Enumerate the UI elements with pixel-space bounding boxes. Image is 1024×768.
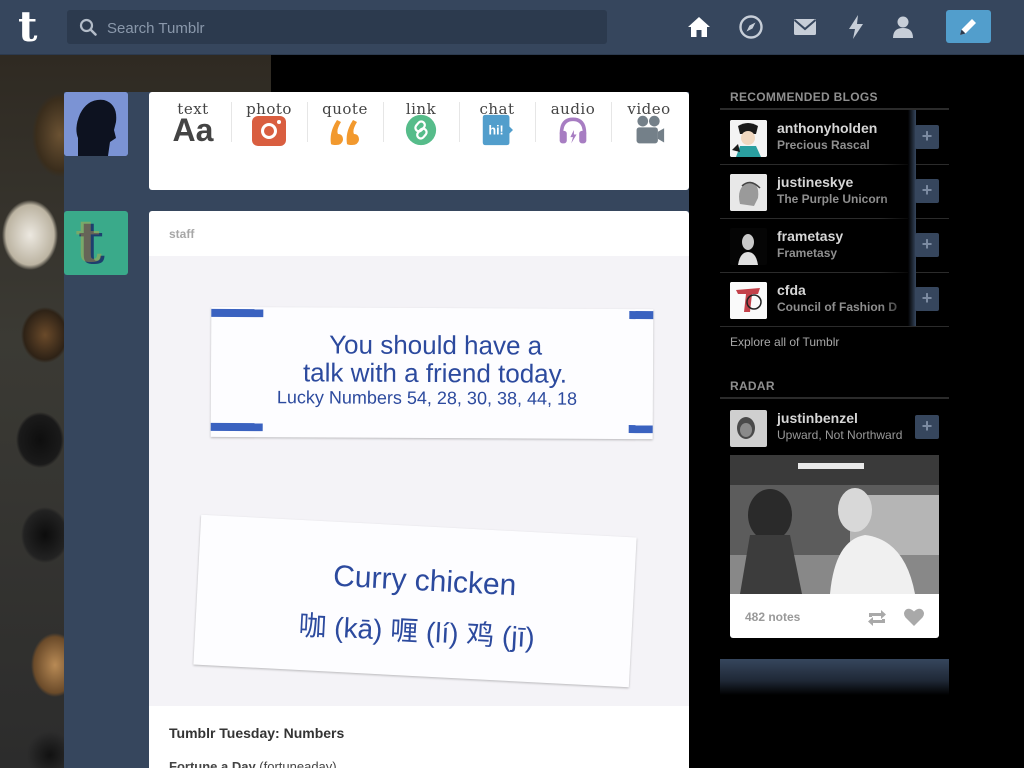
blog-avatar[interactable] — [730, 228, 767, 265]
tumblr-logo[interactable]: t — [18, 6, 48, 48]
post-type-menu: text Aa photo quote link chat hi! audio … — [149, 92, 689, 190]
blog-avatar[interactable] — [730, 174, 767, 211]
search-input[interactable] — [105, 10, 599, 46]
explore-link[interactable]: Explore all of Tumblr — [730, 335, 839, 349]
reblog-icon[interactable] — [866, 608, 888, 628]
blog-name[interactable]: cfda — [777, 282, 806, 298]
post-type-chat[interactable]: chat hi! — [459, 92, 535, 190]
blog-title: The Purple Unicorn — [777, 192, 888, 206]
recommended-blog[interactable]: justineskye The Purple Unicorn + — [720, 164, 949, 219]
blog-avatar[interactable] — [730, 120, 767, 157]
fortune-stripe — [629, 311, 654, 320]
recommended-heading: RECOMMENDED BLOGS — [730, 90, 878, 104]
compass-icon[interactable] — [738, 14, 764, 40]
blog-name[interactable]: frametasy — [777, 228, 843, 244]
sidebar-footer-bar — [720, 659, 949, 695]
camera-icon — [252, 116, 286, 146]
post-type-audio[interactable]: audio — [535, 92, 611, 190]
fortune-stripe — [210, 422, 263, 432]
tumblr-t-logo-shadow: t — [75, 211, 102, 275]
follow-button[interactable]: + — [915, 125, 939, 149]
pencil-icon — [960, 19, 976, 35]
radar-post-card: 482 notes — [730, 455, 939, 638]
fortune-stripe — [211, 308, 264, 318]
post-type-link[interactable]: link — [383, 92, 459, 190]
blog-title: Council of Fashion D — [777, 300, 897, 314]
post-type-text[interactable]: text Aa — [155, 92, 231, 190]
video-camera-icon — [636, 115, 665, 144]
user-avatar[interactable] — [64, 92, 128, 156]
follow-button[interactable]: + — [915, 287, 939, 311]
post-author[interactable]: staff — [169, 227, 194, 241]
post-card: staff You should have a talk with a frie… — [149, 211, 689, 768]
blog-avatar-image — [730, 228, 767, 265]
divider — [720, 397, 949, 399]
radar-blog-title: Upward, Not Northward — [777, 428, 903, 442]
compose-button[interactable] — [946, 10, 991, 43]
post-subtitle: Fortune a Day (fortuneaday) — [169, 759, 337, 768]
radar-avatar[interactable] — [730, 410, 767, 447]
fortune-slip-2: Curry chicken 咖 (kā) 喱 (lí) 鸡 (jī) — [193, 514, 637, 688]
blog-avatar-image — [730, 174, 767, 211]
post-type-quote[interactable]: quote — [307, 92, 383, 190]
text-aa-icon: Aa — [172, 112, 214, 148]
search-box[interactable] — [67, 10, 607, 46]
blog-avatar-image — [730, 282, 767, 319]
post-type-photo[interactable]: photo — [231, 92, 307, 190]
post-subtitle-link[interactable]: Fortune a Day — [169, 759, 256, 768]
recommended-blog[interactable]: cfda Council of Fashion D + — [720, 272, 949, 327]
blog-title: Precious Rascal — [777, 138, 870, 152]
blog-title: Frametasy — [777, 246, 838, 260]
search-icon — [79, 18, 97, 36]
radar-heading: RADAR — [730, 379, 775, 393]
blog-name[interactable]: justineskye — [777, 174, 853, 190]
radar-blog-name[interactable]: justinbenzel — [777, 410, 858, 426]
radar-notes-count[interactable]: 482 notes — [745, 610, 800, 624]
chat-icon: hi! — [482, 114, 513, 146]
post-type-video[interactable]: video — [611, 92, 687, 190]
post-subtitle-handle: (fortuneaday) — [255, 759, 337, 768]
fortune-stripe — [628, 425, 653, 434]
radar-follow-button[interactable]: + — [915, 415, 939, 439]
recommended-blog[interactable]: anthonyholden Precious Rascal + — [720, 110, 949, 165]
fortune-line-3: Lucky Numbers 54, 28, 30, 38, 44, 18 — [276, 387, 578, 409]
post-photo[interactable]: You should have a talk with a friend tod… — [149, 256, 689, 706]
person-icon[interactable] — [890, 14, 916, 40]
link-icon — [405, 114, 437, 146]
lightning-icon[interactable] — [843, 14, 869, 40]
follow-button[interactable]: + — [915, 179, 939, 203]
blog-avatar[interactable] — [730, 282, 767, 319]
headphones-icon — [559, 117, 587, 144]
radar-blog[interactable]: justinbenzel Upward, Not Northward + — [720, 400, 949, 454]
top-navigation-bar: t — [0, 0, 1024, 55]
recommended-blog[interactable]: frametasy Frametasy + — [720, 218, 949, 273]
radar-post-photo[interactable] — [730, 455, 939, 594]
fortune-slip-1: You should have a talk with a friend tod… — [210, 306, 654, 440]
post-title: Tumblr Tuesday: Numbers — [169, 725, 345, 741]
radar-avatar-image — [730, 410, 767, 447]
mail-icon[interactable] — [792, 14, 818, 40]
staff-avatar[interactable]: t t — [64, 211, 128, 275]
silhouette-icon — [64, 92, 128, 156]
fortune-line-2: talk with a friend today. — [302, 357, 568, 389]
blog-avatar-image — [730, 120, 767, 157]
svg-text:hi!: hi! — [489, 123, 504, 137]
follow-button[interactable]: + — [915, 233, 939, 257]
home-icon[interactable] — [686, 14, 712, 40]
blog-name[interactable]: anthonyholden — [777, 120, 877, 136]
radar-photo-image — [730, 455, 939, 594]
heart-icon[interactable] — [903, 607, 925, 627]
fortune-line-5: 咖 (kā) 喱 (lí) 鸡 (jī) — [297, 609, 536, 654]
fortune-line-4: Curry chicken — [332, 559, 518, 603]
quote-icon — [330, 120, 359, 145]
